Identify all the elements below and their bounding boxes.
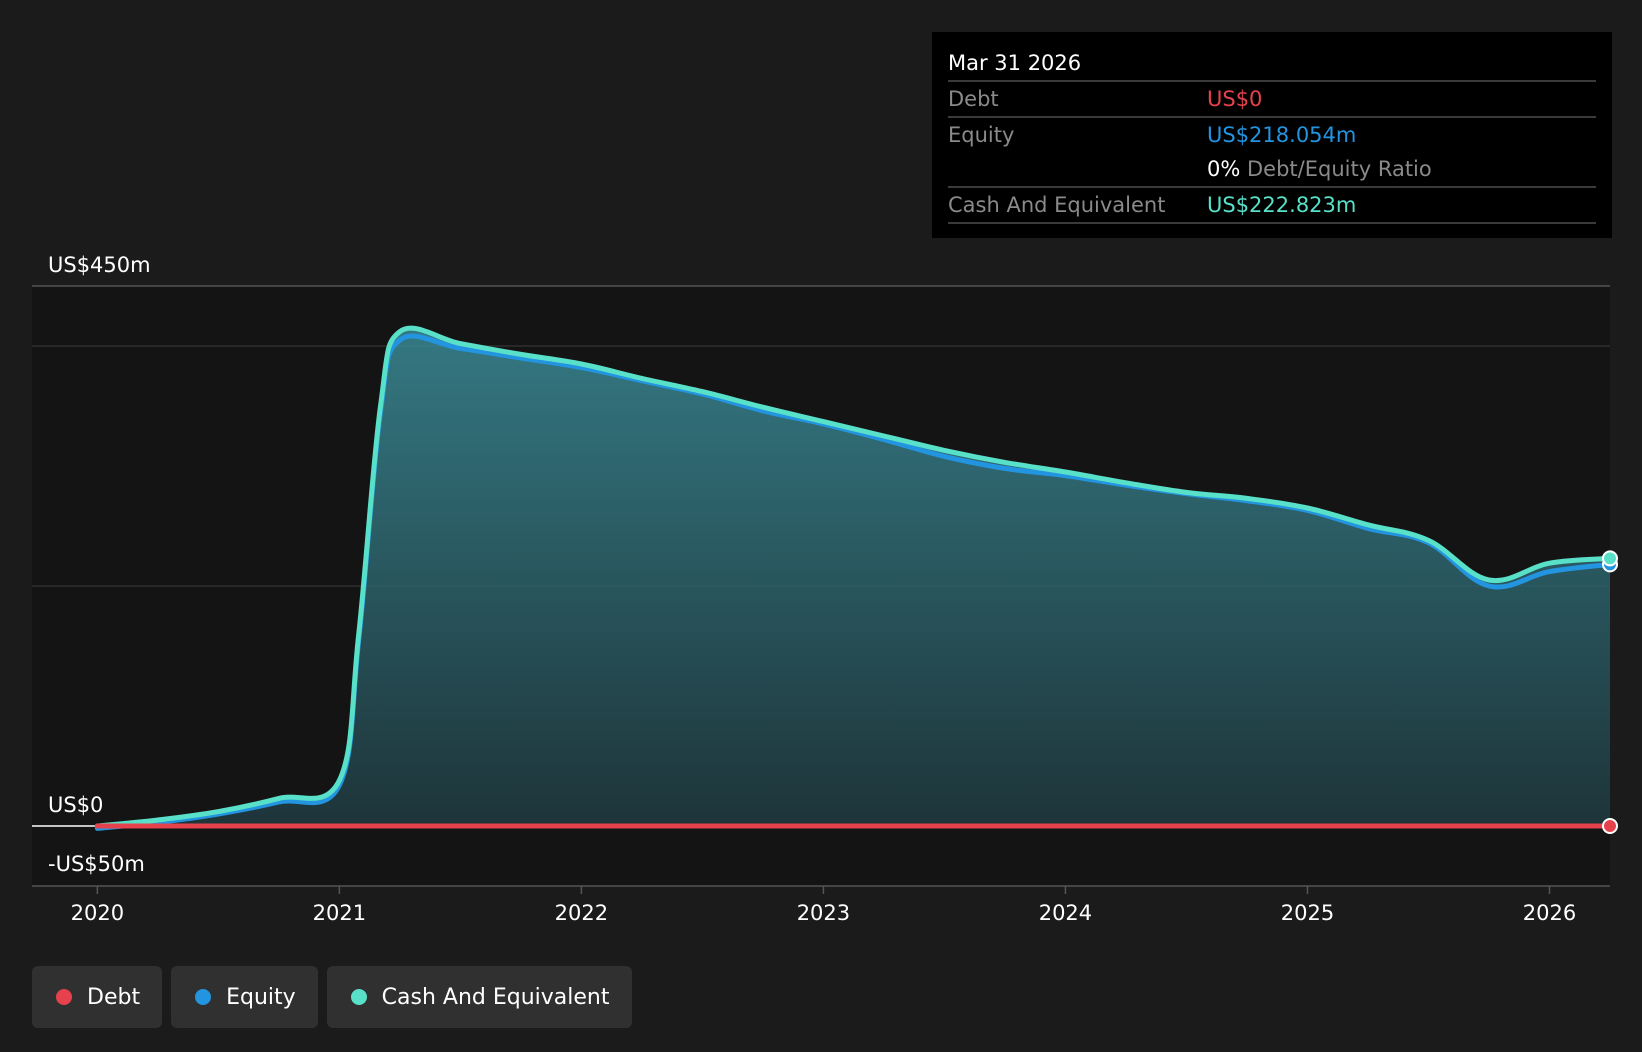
x-tick-label: 2024 xyxy=(1039,901,1092,925)
legend-item-equity[interactable]: Equity xyxy=(171,966,318,1028)
cash-dot-icon xyxy=(350,989,367,1005)
debt-dot-icon xyxy=(56,989,72,1005)
y-tick-label: US$450m xyxy=(48,253,151,277)
tooltip-equity-label: Equity xyxy=(948,123,1015,147)
tooltip-equity-value: US$218.054m xyxy=(1207,123,1357,147)
legend-item-debt[interactable]: Debt xyxy=(32,966,163,1028)
tooltip-cash-row: Cash And Equivalent US$222.823m xyxy=(948,188,1596,224)
x-tick-label: 2025 xyxy=(1281,901,1334,925)
tooltip-debt-label: Debt xyxy=(948,87,999,111)
debt-end-marker xyxy=(1602,818,1618,834)
tooltip-date: Mar 31 2026 xyxy=(948,46,1596,82)
tooltip-ratio-row: 0% Debt/Equity Ratio xyxy=(948,152,1596,188)
cash-end-marker xyxy=(1602,550,1618,567)
x-tick-label: 2021 xyxy=(313,901,366,925)
tooltip-ratio-value: 0% xyxy=(1207,157,1241,181)
x-axis-ticks: 2020 2021 2022 2023 2024 2025 2026 xyxy=(71,886,1576,925)
x-tick-label: 2026 xyxy=(1523,901,1576,925)
legend: Debt Equity Cash And Equivalent xyxy=(32,966,632,1028)
tooltip-debt-value: US$0 xyxy=(1207,87,1263,111)
legend-label-equity: Equity xyxy=(226,984,296,1010)
tooltip-debt-row: Debt US$0 xyxy=(948,82,1596,118)
y-tick-label: -US$50m xyxy=(48,852,145,876)
y-tick-label: US$0 xyxy=(48,793,103,817)
equity-dot-icon xyxy=(195,989,212,1005)
x-tick-label: 2022 xyxy=(555,901,608,925)
x-tick-label: 2023 xyxy=(797,901,850,925)
tooltip-cash-value: US$222.823m xyxy=(1207,193,1357,217)
legend-label-debt: Debt xyxy=(87,984,141,1010)
legend-item-cash[interactable]: Cash And Equivalent xyxy=(326,966,632,1028)
x-tick-label: 2020 xyxy=(71,901,124,925)
tooltip-cash-label: Cash And Equivalent xyxy=(948,193,1166,217)
tooltip-equity-row: Equity US$218.054m xyxy=(948,118,1596,152)
legend-label-cash: Cash And Equivalent xyxy=(381,984,610,1010)
hover-tooltip: Mar 31 2026 Debt US$0 Equity US$218.054m… xyxy=(932,32,1612,238)
tooltip-ratio-label: Debt/Equity Ratio xyxy=(1247,157,1432,181)
